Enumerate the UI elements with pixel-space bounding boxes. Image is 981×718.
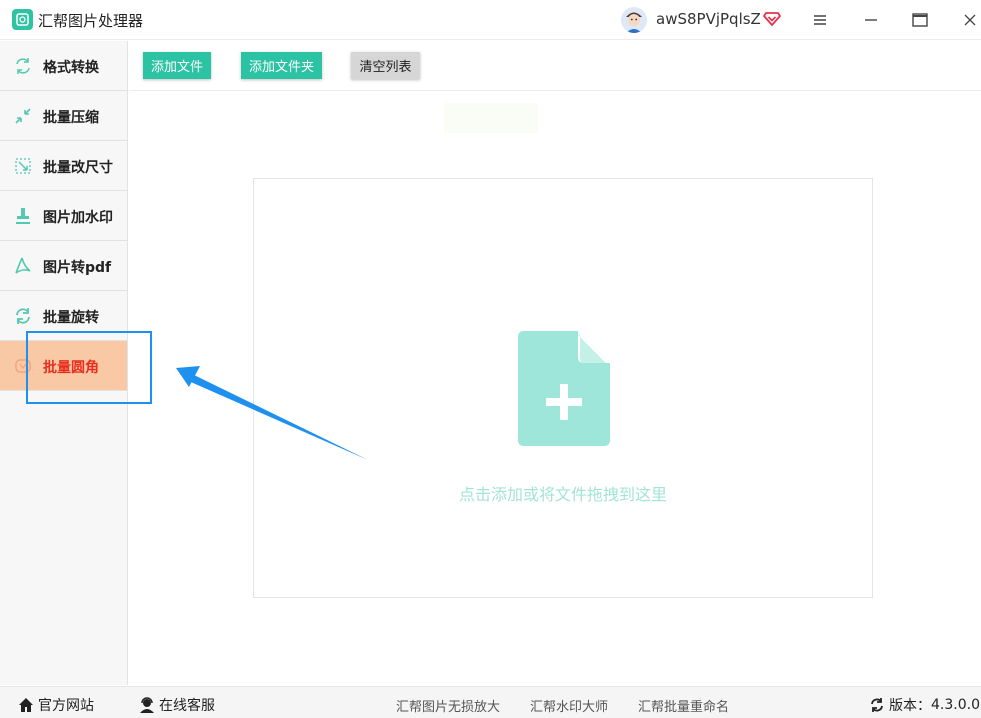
sidebar-item-watermark[interactable]: 图片加水印 <box>0 191 127 241</box>
sidebar-item-label: 图片转pdf <box>43 260 112 276</box>
sidebar-item-label: 批量旋转 <box>43 310 99 326</box>
add-file-button[interactable]: 添加文件 <box>143 52 211 79</box>
close-icon[interactable] <box>960 10 980 30</box>
home-icon <box>19 698 33 712</box>
file-drop-zone[interactable]: 点击添加或将文件拖拽到这里 <box>253 178 873 598</box>
toolbar: 添加文件 添加文件夹 清空列表 <box>129 41 981 91</box>
app-logo-icon <box>12 9 33 30</box>
clear-list-button[interactable]: 清空列表 <box>351 52 420 79</box>
version-info[interactable]: 版本： 4.3.0.0 <box>869 695 980 715</box>
rotate-icon <box>16 308 30 324</box>
watermark-icon <box>16 208 30 224</box>
sidebar-item-label: 图片加水印 <box>43 210 113 226</box>
resize-icon <box>15 158 31 174</box>
refresh-icon <box>871 698 883 712</box>
sidebar-item-label: 格式转换 <box>43 60 99 76</box>
official-website-link[interactable]: 官方网站 <box>18 695 94 715</box>
app-title: 汇帮图片处理器 <box>38 12 144 30</box>
sidebar-item-pdf[interactable]: 图片转pdf <box>0 241 127 291</box>
annotation-highlight-box <box>26 331 152 404</box>
user-avatar[interactable] <box>621 7 647 33</box>
sidebar-item-format-convert[interactable]: 格式转换 <box>0 41 127 91</box>
sidebar-item-label: 批量压缩 <box>43 110 99 126</box>
vip-diamond-icon[interactable] <box>763 9 781 27</box>
compress-icon <box>15 108 31 124</box>
add-folder-button[interactable]: 添加文件夹 <box>241 52 322 79</box>
version-label: 版本： <box>889 698 931 714</box>
sidebar-item-resize[interactable]: 批量改尺寸 <box>0 141 127 191</box>
footer-link-upscale[interactable]: 汇帮图片无损放大 <box>396 696 500 715</box>
sidebar-item-label: 批量改尺寸 <box>43 160 113 176</box>
drop-hint: 点击添加或将文件拖拽到这里 <box>458 485 667 504</box>
footer-bar: 官方网站 在线客服 汇帮图片无损放大 汇帮水印大师 汇帮批量重命名 版本： 4.… <box>0 686 981 718</box>
footer-link-watermark-master[interactable]: 汇帮水印大师 <box>530 696 608 715</box>
minimize-icon[interactable] <box>861 10 881 30</box>
version-number: 4.3.0.0 <box>931 697 980 713</box>
title-bar: 汇帮图片处理器 awS8PVjPqlsZ <box>0 0 981 40</box>
format-convert-icon <box>16 58 30 74</box>
online-support-label: 在线客服 <box>159 698 215 714</box>
pdf-icon <box>15 257 31 274</box>
sidebar-item-compress[interactable]: 批量压缩 <box>0 91 127 141</box>
official-website-label: 官方网站 <box>38 698 94 714</box>
maximize-icon[interactable] <box>910 10 930 30</box>
progress-placeholder <box>444 103 538 133</box>
username[interactable]: awS8PVjPqlsZ <box>656 10 761 28</box>
footer-link-batch-rename[interactable]: 汇帮批量重命名 <box>638 696 729 715</box>
menu-icon[interactable] <box>810 10 830 30</box>
online-support-link[interactable]: 在线客服 <box>139 695 215 715</box>
support-agent-icon <box>140 697 154 713</box>
add-file-icon[interactable] <box>518 331 610 446</box>
